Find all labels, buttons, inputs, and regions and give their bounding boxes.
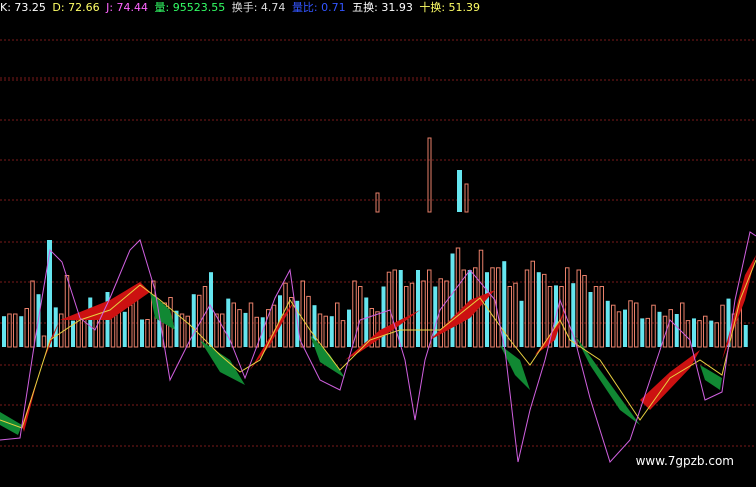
volume-bar [64, 275, 70, 348]
volume-bar [375, 311, 380, 348]
volume-bar [582, 275, 587, 348]
volume-bar [2, 316, 6, 347]
five-day-turnover-value: 五换: 31.93 [352, 1, 413, 14]
volume-bar [433, 286, 438, 347]
d-value: D: 72.66 [52, 1, 100, 14]
volume-bar [455, 247, 461, 348]
volume-bar [271, 304, 277, 348]
kd-band-segment [700, 365, 722, 390]
volume-bar [513, 282, 518, 348]
volume-bar [128, 304, 133, 348]
volume-bar [7, 313, 12, 348]
volume-bar [605, 300, 610, 347]
volume-bar [709, 320, 714, 347]
volume-bar [668, 309, 673, 348]
volume-bar [306, 295, 311, 348]
volume-bar [593, 286, 599, 348]
j-value: J: 74.44 [106, 1, 149, 14]
volume-bar [140, 319, 144, 347]
volume-value: 量: 95523.55 [154, 1, 226, 14]
volume-bar [347, 309, 351, 347]
volume-bar [248, 302, 254, 348]
volume-bar [674, 314, 679, 347]
volume-bar [616, 311, 622, 348]
volume-bar [220, 313, 225, 348]
volume-bar [191, 294, 196, 347]
volume-bar [30, 280, 35, 348]
volume-bar [588, 292, 593, 347]
watermark: www.7gpzb.com [635, 454, 734, 468]
volume-bar [116, 309, 121, 348]
volume-bar [444, 280, 449, 348]
volume-bar [599, 286, 604, 348]
volume-bar [122, 311, 127, 347]
volume-bar [237, 309, 242, 348]
volume-bar [519, 300, 524, 347]
volume-bar [174, 310, 179, 347]
volume-bar [634, 302, 639, 348]
volume-bar [685, 320, 691, 348]
volume-bar [530, 260, 535, 348]
volume-bar [329, 316, 334, 347]
volume-bar [47, 240, 52, 347]
volume-bar [340, 320, 346, 348]
volume-bar [680, 302, 685, 348]
indicator-chart[interactable] [0, 0, 756, 487]
volume-bar [375, 192, 380, 213]
kd-band-segment [500, 345, 530, 390]
volume-bar [364, 297, 369, 347]
volume-bar [628, 300, 633, 348]
volume-bar [358, 286, 363, 348]
volume-bar [714, 322, 719, 348]
volume-bar [59, 313, 64, 348]
volume-bar [490, 267, 495, 348]
volume-bar [536, 272, 541, 347]
volume-bar [323, 315, 328, 348]
volume-bar [692, 318, 696, 347]
volume-bar [640, 318, 645, 347]
volume-bar [19, 316, 24, 347]
indicator-header: K: 73.25 D: 72.66 J: 74.44 量: 95523.55 换… [0, 0, 483, 16]
volume-bar [99, 315, 104, 348]
volume-bar [743, 325, 748, 347]
volume-bar [93, 315, 98, 348]
ten-day-turnover-value: 十换: 51.39 [419, 1, 481, 14]
volume-bar [41, 335, 47, 348]
volume-bar [571, 283, 576, 347]
volume-bar [496, 267, 501, 348]
volume-bar [289, 297, 294, 348]
volume-bar [542, 273, 547, 348]
volume-bar [611, 304, 616, 348]
volume-bar [623, 309, 627, 347]
volume-bar [24, 308, 29, 348]
volume-bar [421, 280, 426, 348]
volume-bar [231, 302, 236, 348]
volume-bar [145, 319, 150, 348]
volume-bar [300, 280, 305, 348]
k-value: K: 73.25 [0, 1, 46, 14]
volume-bar [416, 270, 420, 347]
turnover-value: 换手: 4.74 [231, 1, 286, 14]
volume-bar [450, 253, 455, 347]
kd-band-segment [575, 335, 640, 425]
volume-bar [457, 170, 462, 212]
volume-bar [703, 315, 708, 348]
volume-bar [651, 304, 656, 348]
volume-bar [427, 137, 432, 213]
volume-bar [464, 183, 469, 213]
volume-ratio-value: 量比: 0.71 [291, 1, 346, 14]
volume-bar [352, 280, 357, 348]
volume-bar [13, 313, 18, 348]
volume-bar [53, 307, 58, 347]
kd-band-segment [640, 350, 700, 410]
volume-bar [381, 286, 386, 347]
volume-bar [657, 311, 662, 347]
volume-bar [720, 304, 725, 348]
volume-bar [335, 302, 340, 348]
volume-bar [260, 317, 265, 347]
volume-bar [398, 270, 403, 347]
volume-bar [88, 297, 93, 347]
volume-bar [243, 312, 248, 347]
volume-bar [697, 320, 702, 348]
